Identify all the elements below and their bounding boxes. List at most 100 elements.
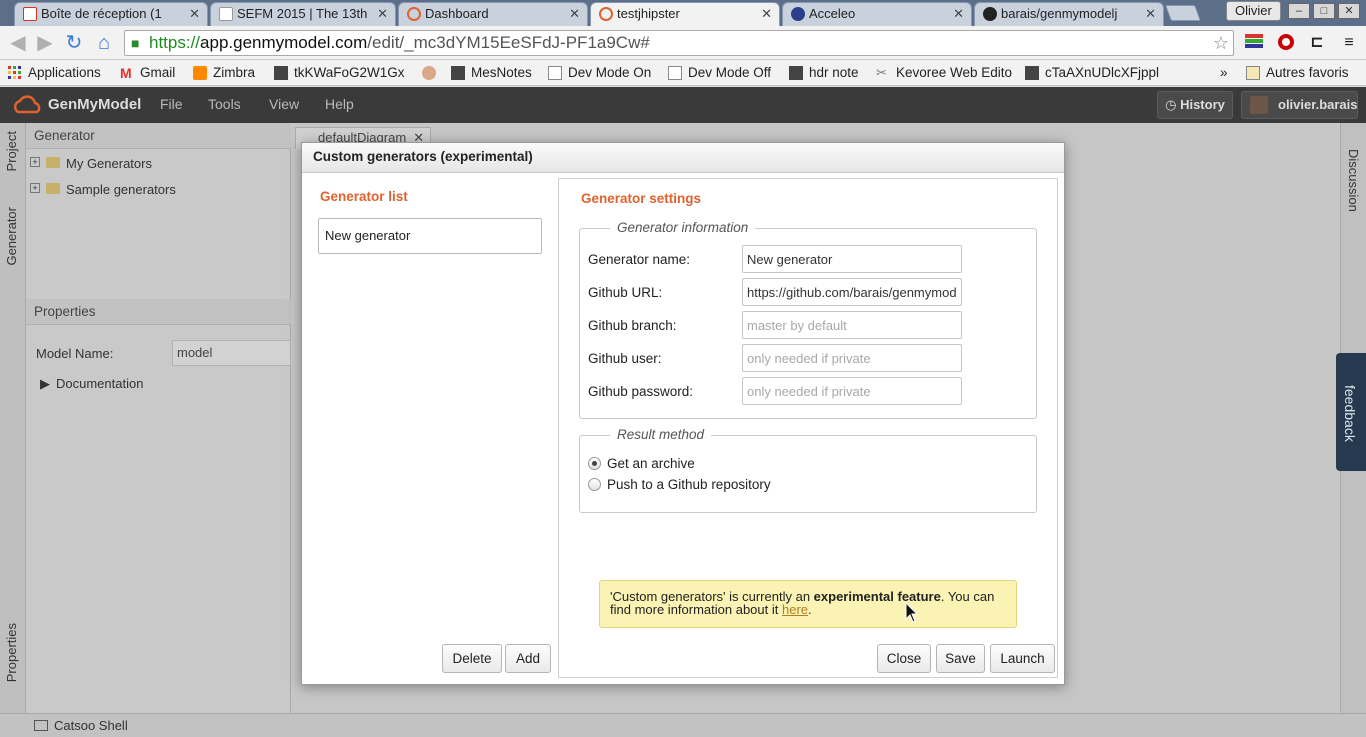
browser-tab-gmail[interactable]: Boîte de réception (1 ✕ [14, 2, 208, 26]
bookmark-dev-mode-on[interactable]: Dev Mode On [548, 64, 651, 82]
bookmarks-bar: Applications M Gmail Zimbra tkKWaFoG2W1Gx… [0, 60, 1366, 86]
documentation-toggle[interactable]: ▶ Documentation [40, 376, 143, 391]
model-name-input[interactable]: model [172, 340, 291, 366]
notice-bold-text: experimental feature [813, 589, 941, 604]
delete-button[interactable]: Delete [442, 644, 502, 673]
extension-stack-icon[interactable] [1243, 32, 1265, 54]
generator-name-field[interactable] [742, 245, 962, 273]
browser-tab-sefm[interactable]: SEFM 2015 | The 13th ✕ [210, 2, 396, 26]
side-tab-discussion[interactable]: Discussion [1346, 149, 1361, 212]
generator-panel-header: Generator [26, 123, 291, 149]
mouse-cursor-icon [905, 602, 919, 623]
bookmark-gmail[interactable]: M Gmail [120, 64, 175, 82]
browser-tab-dashboard[interactable]: Dashboard ✕ [398, 2, 588, 26]
radio-archive[interactable] [588, 457, 601, 470]
chrome-menu-icon[interactable]: ≡ [1338, 32, 1360, 54]
close-tab-icon[interactable]: ✕ [189, 3, 200, 25]
github-password-field[interactable] [742, 377, 962, 405]
menu-help[interactable]: Help [325, 96, 354, 112]
close-tab-icon[interactable]: ✕ [377, 3, 388, 25]
bookmark-dev-mode-off[interactable]: Dev Mode Off [668, 64, 771, 82]
bookmarks-overflow-chevron-icon[interactable]: » [1200, 64, 1228, 82]
url-path: /edit/_mc3dYM15EeSFdJ-PF1a9Cw# [367, 33, 650, 52]
close-tab-icon[interactable]: ✕ [569, 3, 580, 25]
tree-item-sample-generators[interactable]: + Sample generators [30, 182, 176, 197]
close-button[interactable]: Close [877, 644, 931, 673]
user-menu-button[interactable]: olivier.barais [1241, 91, 1358, 119]
side-tab-generator[interactable]: Generator [4, 207, 19, 266]
bookmark-label: MesNotes [471, 65, 532, 80]
new-tab-button[interactable] [1165, 5, 1201, 21]
github-branch-field[interactable] [742, 311, 962, 339]
profile-button[interactable]: Olivier [1226, 1, 1281, 21]
genmymodel-icon [407, 7, 421, 21]
close-tab-icon[interactable]: ✕ [761, 3, 772, 25]
browser-tab-github[interactable]: barais/genmymodelj ✕ [974, 2, 1164, 26]
menu-view[interactable]: View [269, 96, 299, 112]
bookmark-mesnotes[interactable]: MesNotes [451, 64, 532, 82]
apps-grid-icon [8, 66, 22, 80]
bookmark-label: Dev Mode On [568, 65, 652, 80]
bookmark-kevoree[interactable]: ✂ Kevoree Web Edito [876, 64, 1014, 82]
tab-title: testjhipster [617, 6, 680, 21]
tree-item-my-generators[interactable]: + My Generators [30, 156, 152, 171]
generator-list-title: Generator list [320, 189, 408, 204]
feedback-tab[interactable]: feedback [1336, 353, 1366, 471]
expand-icon[interactable]: + [30, 157, 40, 167]
github-url-field[interactable] [742, 278, 962, 306]
save-button[interactable]: Save [936, 644, 985, 673]
close-window-icon[interactable]: ✕ [1338, 3, 1360, 19]
result-option-github-push[interactable]: Push to a Github repository [588, 477, 771, 492]
close-tab-icon[interactable]: ✕ [1145, 3, 1156, 25]
reload-icon[interactable]: ↻ [62, 31, 86, 55]
folder-icon [46, 183, 60, 194]
menu-tools[interactable]: Tools [208, 96, 241, 112]
back-arrow-icon[interactable]: ◀ [6, 31, 30, 55]
bookmark-tkkwafog[interactable]: tkKWaFoG2W1Gx [274, 64, 412, 82]
expand-icon[interactable]: + [30, 183, 40, 193]
genmymodel-logo[interactable]: GenMyModel [12, 94, 141, 116]
face-icon [422, 66, 436, 80]
minimize-window-icon[interactable]: – [1288, 3, 1310, 19]
bookmark-applications[interactable]: Applications [8, 64, 101, 82]
browser-tab-acceleo[interactable]: Acceleo ✕ [782, 2, 972, 26]
bookmark-ctaaxnudlcxfjppl[interactable]: cTaAXnUDlcXFjppl [1025, 64, 1165, 82]
bookmarklet-icon [451, 66, 465, 80]
url-scheme: https:// [149, 33, 201, 52]
adblock-icon[interactable] [1275, 32, 1297, 54]
side-tab-properties[interactable]: Properties [4, 623, 19, 682]
side-tab-project[interactable]: Project [4, 131, 19, 171]
address-bar[interactable]: ■ https://app.genmymodel.com/edit/_mc3dYM… [124, 30, 1234, 56]
tab-title: SEFM 2015 | The 13th [237, 6, 368, 21]
clock-icon: ◷ [1165, 97, 1181, 112]
brand-name: GenMyModel [48, 96, 142, 113]
menu-file[interactable]: File [160, 96, 183, 112]
extension-c-icon[interactable]: ⊏ [1306, 32, 1328, 54]
result-option-archive[interactable]: Get an archive [588, 456, 695, 471]
notice-here-link[interactable]: here [782, 602, 808, 617]
browser-tab-testjhipster[interactable]: testjhipster ✕ [590, 2, 780, 26]
add-button[interactable]: Add [505, 644, 551, 673]
launch-button[interactable]: Launch [990, 644, 1055, 673]
model-name-label: Model Name: [36, 346, 114, 361]
shell-toggle[interactable]: Catsoo Shell [34, 718, 128, 733]
forward-arrow-icon[interactable]: ▶ [33, 31, 57, 55]
radio-github-push[interactable] [588, 478, 601, 491]
bookmark-label: Applications [28, 65, 101, 80]
bookmark-star-icon[interactable]: ☆ [1213, 31, 1229, 55]
history-button[interactable]: ◷ History [1157, 91, 1233, 119]
generator-list-item[interactable]: New generator [318, 218, 542, 254]
bookmark-other-favorites[interactable]: Autres favoris [1246, 64, 1349, 82]
generator-settings-title: Generator settings [581, 191, 702, 206]
github-user-field[interactable] [742, 344, 962, 372]
maximize-window-icon[interactable]: □ [1313, 3, 1335, 19]
home-icon[interactable]: ⌂ [92, 31, 116, 55]
url-host: app.genmymodel.com [200, 33, 368, 52]
kevoree-icon: ✂ [876, 65, 887, 80]
close-tab-icon[interactable]: ✕ [953, 3, 964, 25]
bookmark-zimbra[interactable]: Zimbra [193, 64, 255, 82]
bookmark-hdr-note[interactable]: hdr note [789, 64, 859, 82]
notice-text: . [808, 602, 812, 617]
experimental-notice: 'Custom generators' is currently an expe… [599, 580, 1017, 628]
page-icon [668, 66, 682, 80]
